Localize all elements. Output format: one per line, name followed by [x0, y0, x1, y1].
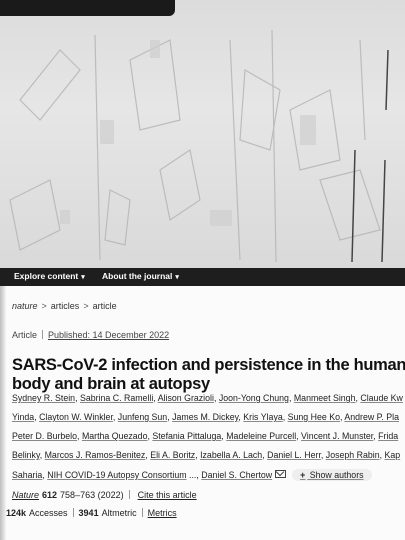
author-name[interactable]: Claude Kw: [360, 393, 403, 403]
altmetric-score: 3941: [78, 508, 99, 518]
article-title: SARS-CoV-2 infection and persistence in …: [12, 356, 405, 394]
author-line: Sydney R. Stein, Sabrina C. Ramelli, Ali…: [12, 393, 403, 403]
author-name[interactable]: Marcos J. Ramos-Benitez: [45, 450, 146, 460]
author-name[interactable]: Joseph Rabin: [326, 450, 380, 460]
show-authors-label: Show authors: [307, 470, 364, 480]
chevron-down-icon: ▾: [81, 274, 85, 281]
breadcrumb-articles[interactable]: articles: [51, 301, 80, 311]
published-date: Published: 14 December 2022: [48, 330, 170, 340]
article-title-line-1: SARS-CoV-2 infection and persistence in …: [12, 356, 405, 375]
breadcrumb-separator: >: [83, 301, 89, 311]
author-name[interactable]: Joon-Yong Chung: [219, 393, 289, 403]
breadcrumb: nature > articles > article: [12, 301, 117, 311]
nav-explore-content[interactable]: Explore content ▾: [14, 271, 85, 281]
divider: [72, 508, 74, 517]
altmetric-label: Altmetric: [101, 508, 137, 518]
metrics-bar: 124k Accesses 3941 Altmetric Metrics: [6, 508, 177, 518]
author-name[interactable]: Kris Ylaya: [243, 412, 282, 422]
accesses-label: Accesses: [29, 508, 68, 518]
author-line: Belinky, Marcos J. Ramos-Benitez, Eli A.…: [12, 450, 400, 460]
author-name[interactable]: Yinda: [12, 412, 34, 422]
author-name[interactable]: Izabella A. Lach: [200, 450, 262, 460]
author-name[interactable]: Eli A. Boritz: [150, 450, 195, 460]
author-name[interactable]: Junfeng Sun: [118, 412, 167, 422]
divider: [141, 508, 143, 517]
author-name[interactable]: Madeleine Purcell: [226, 431, 296, 441]
divider: [42, 330, 44, 339]
author-name[interactable]: Stefania Pittaluga: [152, 431, 221, 441]
author-name[interactable]: Alison Grazioli: [158, 393, 214, 403]
author-name[interactable]: James M. Dickey: [172, 412, 238, 422]
frosted-glass-pattern: [9, 29, 389, 263]
plus-icon: +: [300, 470, 306, 480]
nav-explore-label: Explore content: [14, 271, 79, 281]
author-line: Saharia, NIH COVID-19 Autopsy Consortium…: [12, 469, 372, 481]
article-type: Article: [12, 330, 38, 340]
breadcrumb-current: article: [92, 301, 117, 311]
show-authors-button[interactable]: + Show authors: [292, 469, 372, 481]
author-name[interactable]: Frida: [378, 431, 398, 441]
photo-background: [0, 0, 405, 270]
nav-about-label: About the journal: [102, 271, 173, 281]
author-name[interactable]: Saharia: [12, 470, 42, 480]
top-navbar: Explore content ▾ About the journal ▾: [0, 268, 405, 286]
journal-name[interactable]: Nature: [12, 490, 39, 500]
article-meta: Article Published: 14 December 2022: [12, 330, 169, 340]
article-title-line-2: body and brain at autopsy: [12, 375, 210, 394]
author-name[interactable]: Manmeet Singh: [294, 393, 356, 403]
author-name[interactable]: Kap: [384, 450, 400, 460]
metrics-link[interactable]: Metrics: [148, 508, 177, 518]
author-name[interactable]: Peter D. Burbelo: [12, 431, 77, 441]
nav-about-journal[interactable]: About the journal ▾: [102, 271, 179, 281]
author-name[interactable]: Vincent J. Munster: [301, 431, 373, 441]
citation-line: Nature 612 758–763 (2022) Cite this article: [12, 490, 197, 500]
breadcrumb-home[interactable]: nature: [12, 301, 38, 311]
author-name[interactable]: Sung Hee Ko: [288, 412, 340, 422]
divider: [128, 490, 130, 499]
author-line: Peter D. Burbelo, Martha Quezado, Stefan…: [12, 431, 398, 441]
screen-edge-shadow: [0, 286, 6, 540]
author-name[interactable]: Andrew P. Pla: [344, 412, 399, 422]
author-name[interactable]: Daniel L. Herr: [267, 450, 321, 460]
journal-volume: 612: [42, 490, 58, 500]
author-name[interactable]: Martha Quezado: [82, 431, 148, 441]
chevron-down-icon: ▾: [175, 274, 179, 281]
accesses-count: 124k: [6, 508, 27, 518]
cite-this-article-link[interactable]: Cite this article: [138, 490, 197, 500]
author-name[interactable]: Daniel S. Chertow: [201, 470, 272, 480]
article-screen: Explore content ▾ About the journal ▾ natu…: [0, 268, 405, 540]
author-name[interactable]: Clayton W. Winkler: [39, 412, 113, 422]
journal-pages: 758–763 (2022): [60, 490, 124, 500]
author-name[interactable]: Sabrina C. Ramelli: [80, 393, 153, 403]
mail-icon[interactable]: [275, 470, 287, 478]
author-line: Yinda, Clayton W. Winkler, Junfeng Sun, …: [12, 412, 399, 422]
author-name[interactable]: Belinky: [12, 450, 40, 460]
author-name[interactable]: Sydney R. Stein: [12, 393, 75, 403]
author-name[interactable]: NIH COVID-19 Autopsy Consortium: [47, 470, 186, 480]
breadcrumb-separator: >: [41, 301, 47, 311]
